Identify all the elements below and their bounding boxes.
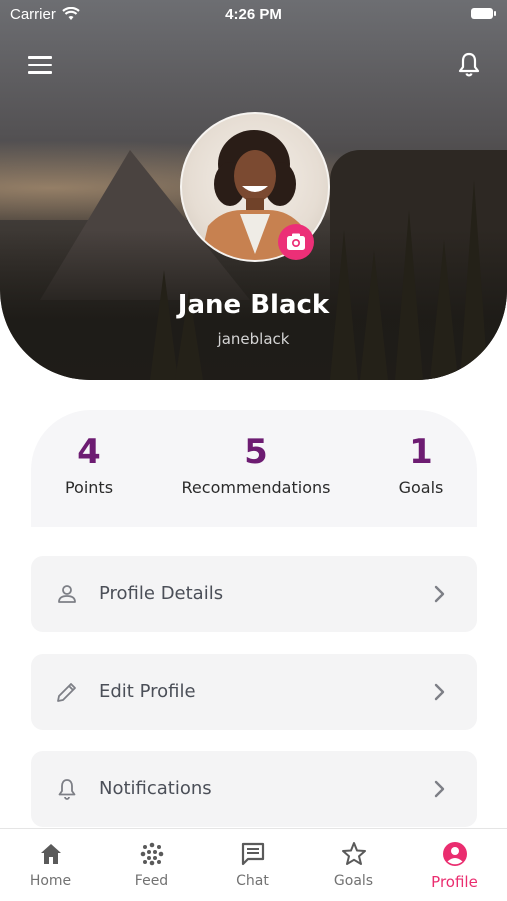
tab-label: Profile [431,873,478,891]
stat-label: Goals [398,478,444,497]
tab-label: Chat [236,873,269,889]
tab-home[interactable]: Home [0,829,101,901]
profile-name: Jane Black [177,290,330,320]
clock: 4:26 PM [225,6,282,23]
chevron-right-icon [434,683,445,701]
pencil-icon [57,683,76,702]
tab-feed[interactable]: Feed [101,829,202,901]
battery-icon [471,8,496,19]
tab-label: Home [29,873,72,889]
stats-card: 4 Points 5 Recommendations 1 Goals [31,410,477,527]
stat-value: 4 [77,432,101,472]
change-photo-button[interactable] [278,224,314,260]
tab-goals[interactable]: Goals [303,829,404,901]
menu-item-label: Profile Details [99,583,224,604]
camera-icon [287,233,305,250]
stat-recommendations: 5 Recommendations [171,410,341,497]
stat-goals: 1 Goals [371,410,471,497]
tree [150,270,178,380]
person-icon [58,585,76,603]
bottom-tab-bar: Home Feed Chat Goals Profile [0,828,507,901]
tab-profile[interactable]: Profile [404,829,505,901]
tree [460,180,488,380]
menu-item-edit-profile[interactable]: Edit Profile [31,654,477,730]
tab-label: Goals [333,873,374,889]
stat-points: 4 Points [39,410,139,497]
profile-username: janeblack [217,330,290,348]
hamburger-menu-icon[interactable] [28,56,52,74]
star-icon [342,842,366,865]
menu-item-profile-details[interactable]: Profile Details [31,556,477,632]
profile-icon [443,842,467,866]
home-icon [41,844,61,864]
feed-icon [140,842,164,866]
stat-value: 1 [409,432,433,472]
status-bar: Carrier 4:26 PM [0,0,507,30]
stat-label: Recommendations [181,478,331,497]
menu-item-label: Edit Profile [99,681,196,702]
chevron-right-icon [434,585,445,603]
tab-label: Feed [134,873,169,889]
chat-icon [241,842,265,866]
bell-icon [58,779,76,800]
menu-item-label: Notifications [99,778,212,799]
chevron-right-icon [434,780,445,798]
menu-item-notifications[interactable]: Notifications [31,751,477,827]
stat-value: 5 [244,432,268,472]
tab-chat[interactable]: Chat [202,829,303,901]
stat-label: Points [64,478,114,497]
notification-bell-icon[interactable] [457,52,481,78]
